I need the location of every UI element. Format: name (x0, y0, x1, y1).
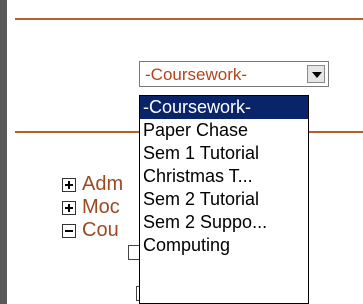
tree-item-label: Adm (82, 173, 124, 195)
expand-plus-icon[interactable] (62, 178, 76, 192)
dropdown-option-sem1-tutorial[interactable]: Sem 1 Tutorial (140, 142, 308, 165)
expand-plus-icon[interactable] (62, 201, 76, 215)
coursework-dropdown-list[interactable]: -Coursework- Paper Chase Sem 1 Tutorial … (139, 95, 309, 304)
dropdown-option-sem2-support[interactable]: Sem 2 Suppo... (140, 211, 308, 234)
collapse-minus-icon[interactable] (62, 224, 76, 238)
dropdown-arrow-icon[interactable] (307, 65, 325, 83)
tree-item-label: Moc (82, 196, 120, 218)
tree-item-label: Cou (82, 219, 119, 241)
top-divider (15, 18, 363, 20)
select-current-value: -Coursework- (145, 65, 248, 84)
coursework-select[interactable]: -Coursework- (139, 61, 329, 87)
left-panel-border (0, 0, 7, 304)
dropdown-option-computing[interactable]: Computing (140, 234, 308, 257)
dropdown-option-sem2-tutorial[interactable]: Sem 2 Tutorial (140, 188, 308, 211)
dropdown-option-paper-chase[interactable]: Paper Chase (140, 119, 308, 142)
dropdown-option-coursework[interactable]: -Coursework- (140, 96, 308, 119)
dropdown-option-christmas[interactable]: Christmas T... (140, 165, 308, 188)
